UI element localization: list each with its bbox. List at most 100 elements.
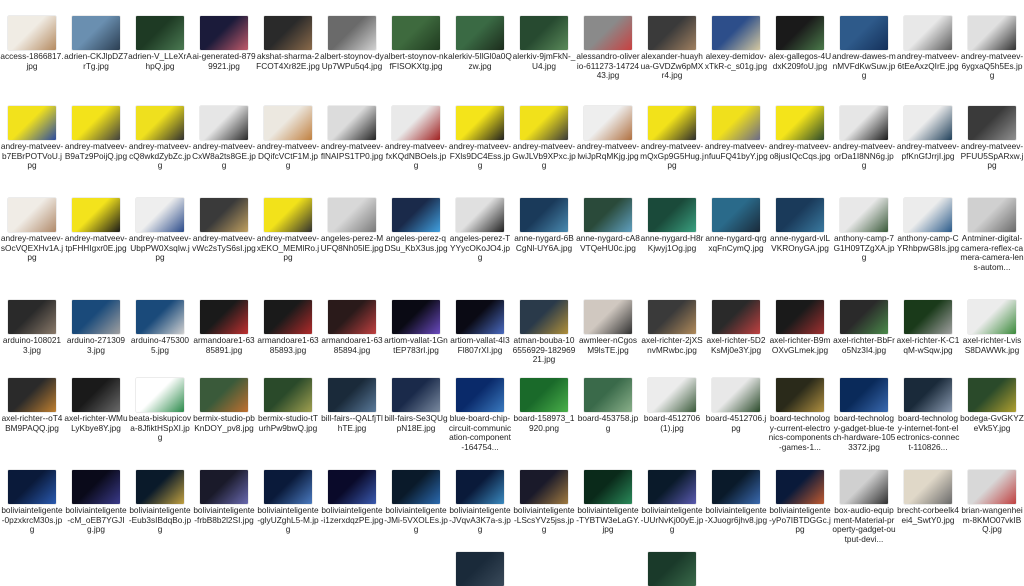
file-name: board-158973_1920.png — [513, 413, 575, 433]
file-thumbnail — [904, 470, 952, 504]
file-name: arduino-1080213.jpg — [2, 335, 62, 355]
file-name: andrey-matveev-GwJLVb9XPxc.jpg — [512, 141, 576, 171]
file-thumbnail — [264, 300, 312, 334]
file-thumbnail — [520, 106, 568, 140]
file-thumbnail — [520, 378, 568, 412]
file-thumbnail — [776, 16, 824, 50]
file-name: beata-biskupicova-8JfiktHSpXI.jpg — [128, 413, 192, 443]
file-thumbnail — [392, 300, 440, 334]
file-thumbnail — [648, 378, 696, 412]
file-thumbnail — [456, 16, 504, 50]
file-thumbnail — [328, 300, 376, 334]
file-thumbnail — [392, 106, 440, 140]
file-thumbnail — [8, 16, 56, 50]
file-thumbnail — [648, 300, 696, 334]
file-thumbnail — [840, 470, 888, 504]
file-thumbnail — [712, 470, 760, 504]
file-thumbnail — [968, 106, 1016, 140]
file-thumbnail — [840, 106, 888, 140]
file-thumbnail — [392, 378, 440, 412]
file-name: boliviainteligente-cM_oEB7YGJIg.jpg — [65, 505, 127, 535]
file-name: board-4512706.jpg — [705, 413, 767, 433]
file-thumbnail — [776, 198, 824, 232]
file-thumbnail — [520, 470, 568, 504]
file-thumbnail — [904, 300, 952, 334]
file-thumbnail — [776, 470, 824, 504]
file-thumbnail — [776, 378, 824, 412]
file-thumbnail — [904, 106, 952, 140]
file-name: boliviainteligente-0pzxkrcM30s.jpg — [1, 505, 63, 535]
file-name: box-audio-equipment-Material-property-ga… — [832, 505, 896, 544]
file-name: anne-nygard-vlLVKROnyGA.jpg — [770, 233, 830, 253]
file-name: armandoare1-6385891.jpg — [193, 335, 255, 355]
file-name: andrey-matveev-sOcVQEXHv1A.jpg — [0, 233, 64, 263]
file-thumbnail — [8, 198, 56, 232]
file-name: artiom-vallat-1GntEP783rI.jpg — [384, 335, 448, 355]
file-name: boliviainteligente-UUrNvKj00yE.jpg — [640, 505, 704, 535]
file-name: ai-generated-8799921.jpg — [192, 51, 256, 71]
file-thumbnail — [72, 198, 120, 232]
file-thumbnail — [8, 470, 56, 504]
file-name: angeles-perez-TYYycOKoJO4.jpg — [449, 233, 511, 263]
file-thumbnail — [72, 106, 120, 140]
file-name: anne-nygard-cA8VTQeHU0c.jpg — [576, 233, 640, 253]
file-name: angeles-perez-MUFQ8Nh05lE.jpg — [320, 233, 384, 253]
file-thumbnail — [72, 378, 120, 412]
file-name: boliviainteligente-LScsYVz5jss.jpg — [513, 505, 575, 535]
file-thumbnail — [648, 198, 696, 232]
file-thumbnail — [8, 300, 56, 334]
file-thumbnail — [328, 16, 376, 50]
file-name: alexey-demidov-xTkR-c_s01g.jpg — [704, 51, 768, 71]
file-name: andrey-matveev-fxKQdNBOels.jpg — [384, 141, 448, 171]
file-name: boliviainteligente-JMi-5VXOLEs.jpg — [384, 505, 448, 535]
file-name: boliviainteligente-XJuogr6jhv8.jpg — [704, 505, 768, 525]
file-thumbnail — [584, 16, 632, 50]
file-name: andrey-matveev-PFUU5SpARxw.jpg — [960, 141, 1024, 171]
file-name: adrien-V_LLeXrAhpQ.jpg — [128, 51, 192, 71]
file-name: awmleer-nCgosM9lsTE.jpg — [578, 335, 638, 355]
file-thumbnail — [456, 378, 504, 412]
file-name: andrey-matveev-vWc2sTyS6sI.jpg — [192, 233, 256, 253]
file-name: axel-richter--oT4BM9PAQQ.jpg — [1, 413, 63, 433]
file-thumbnail — [584, 198, 632, 232]
file-thumbnail — [264, 378, 312, 412]
file-thumbnail — [200, 198, 248, 232]
file-thumbnail — [456, 552, 504, 586]
file-thumbnail — [200, 300, 248, 334]
file-name: axel-richter-K-C1qM-wSqw.jpg — [896, 335, 960, 355]
file-name: andrey-matveev-xEKO_MEMlRo.jpg — [256, 233, 320, 263]
file-thumbnail — [520, 198, 568, 232]
file-thumbnail — [776, 300, 824, 334]
file-thumbnail — [520, 300, 568, 334]
file-name: bill-fairs-Se3QUgpN18E.jpg — [384, 413, 448, 433]
file-name: andrew-dawes-mnMVFdKwSuw.jpg — [832, 51, 896, 81]
file-thumbnail — [712, 300, 760, 334]
file-name: board-technology-gadget-blue-tech-hardwa… — [832, 413, 896, 452]
file-name: brecht-corbeelk4ei4_SwtY0.jpg — [897, 505, 959, 525]
file-name: boliviainteligente-i1zerxdqzPE.jpg — [320, 505, 384, 525]
file-thumbnail — [904, 378, 952, 412]
file-name: board-453758.jpg — [577, 413, 639, 433]
file-name: anne-nygard-H8rKjwyj1Og.jpg — [640, 233, 704, 253]
file-thumbnail — [328, 106, 376, 140]
file-thumbnail — [8, 378, 56, 412]
file-thumbnail — [456, 106, 504, 140]
file-thumbnail — [328, 470, 376, 504]
file-name: blue-board-chip-circuit-communication-co… — [448, 413, 512, 452]
file-thumbnail — [200, 470, 248, 504]
file-thumbnail — [72, 300, 120, 334]
file-thumbnail — [200, 106, 248, 140]
file-thumbnail — [392, 16, 440, 50]
file-name: access-1866817.jpg — [0, 51, 64, 71]
file-thumbnail — [136, 378, 184, 412]
file-thumbnail — [840, 198, 888, 232]
file-thumbnail — [136, 300, 184, 334]
file-name: Antminer-digital-camera-reflex-camera-ca… — [960, 233, 1024, 272]
file-thumbnail — [712, 198, 760, 232]
file-name: alexander-huayhua-GVDZw6pMXr4.jpg — [640, 51, 704, 81]
file-thumbnail — [264, 470, 312, 504]
file-name: bodega-GvGKYZeVk5Y.jpg — [960, 413, 1024, 433]
file-thumbnail — [264, 198, 312, 232]
file-name: andrey-matveev-UbpPW0XsqIw.jpg — [128, 233, 192, 263]
file-name: alessandro-oliverio-611273-1472443.jpg — [576, 51, 640, 81]
